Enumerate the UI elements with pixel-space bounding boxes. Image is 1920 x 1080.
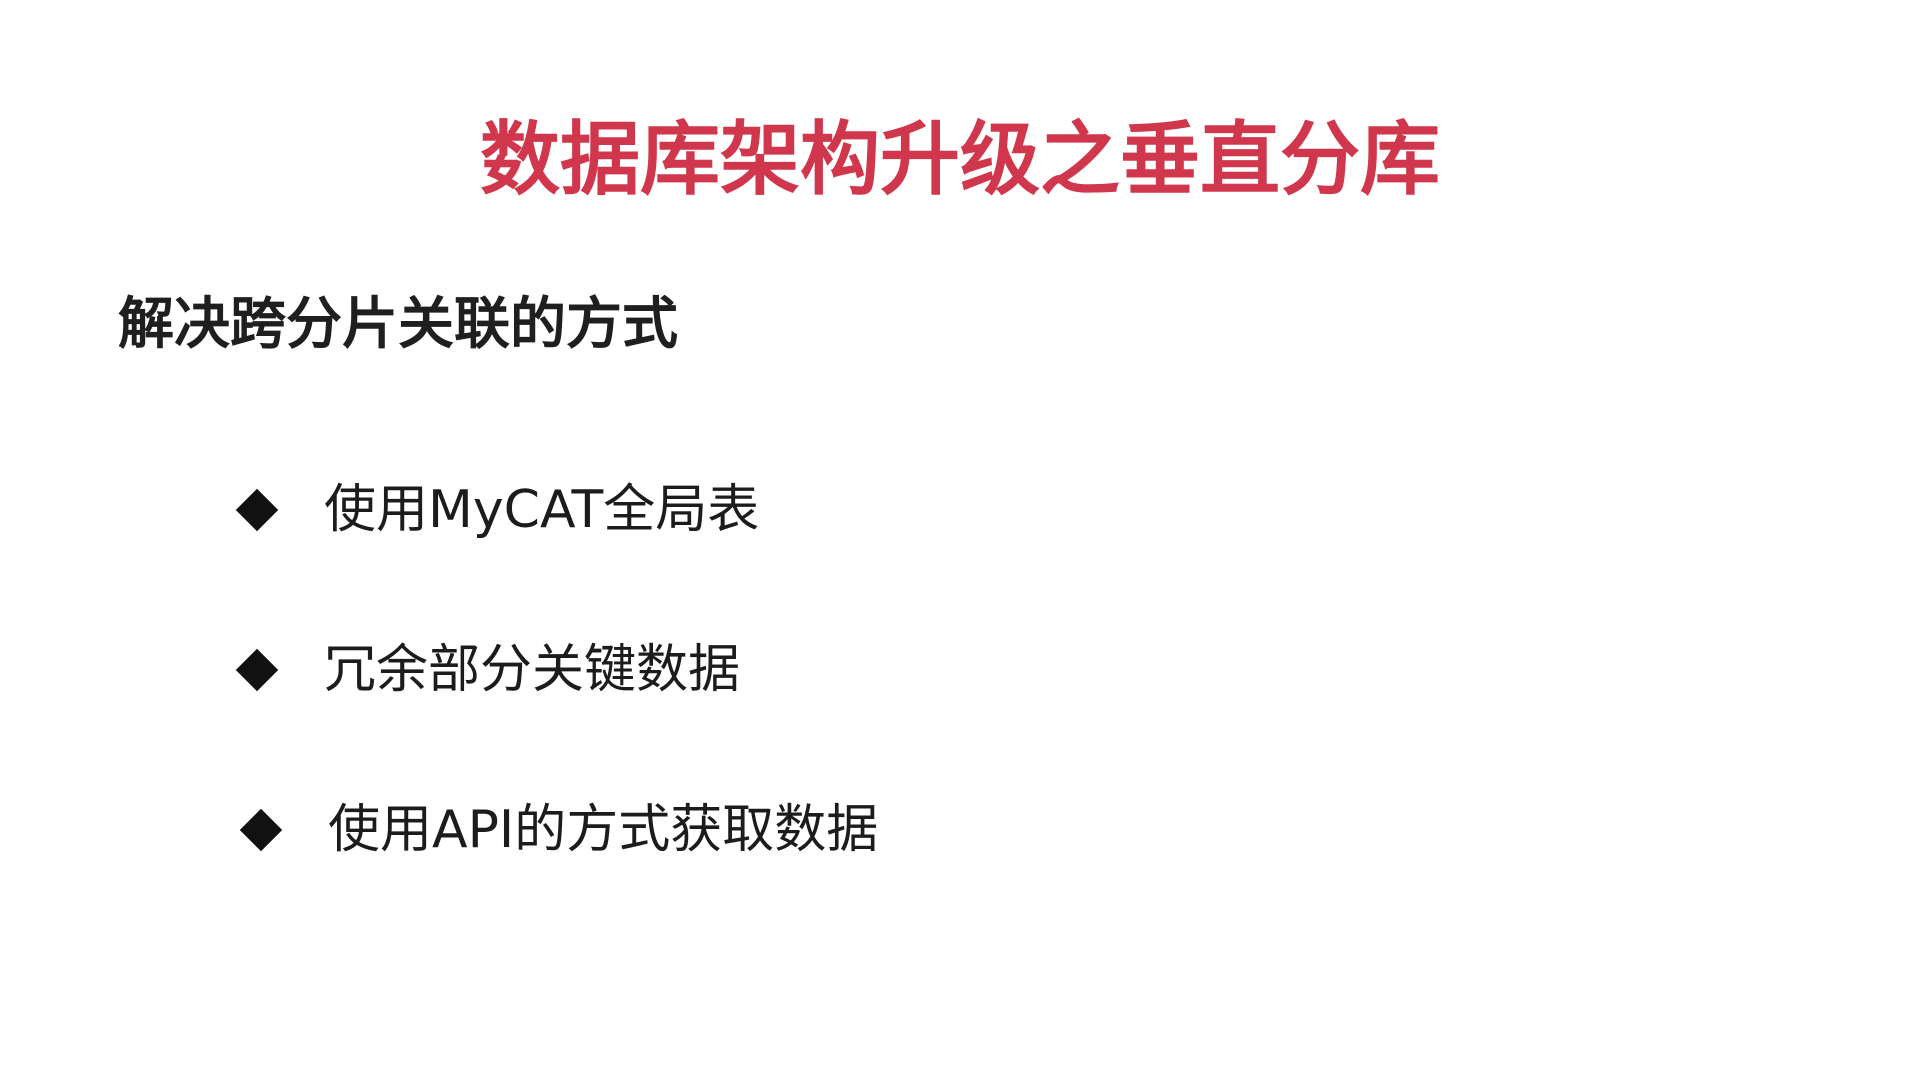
diamond-bullet-icon — [239, 808, 283, 852]
slide-title: 数据库架构升级之垂直分库 — [480, 113, 1440, 206]
slide: 数据库架构升级之垂直分库 解决跨分片关联的方式 使用MyCAT全局表 冗余部分关… — [0, 0, 1920, 1080]
bullet-text: 冗余部分关键数据 — [324, 640, 741, 700]
bullet-item-redundant-data: 冗余部分关键数据 — [234, 635, 878, 705]
diamond-bullet-icon — [235, 488, 279, 532]
bullet-item-api-fetch: 使用API的方式获取数据 — [238, 795, 878, 865]
bullet-list: 使用MyCAT全局表 冗余部分关键数据 使用API的方式获取数据 — [234, 475, 878, 955]
bullet-text: 使用API的方式获取数据 — [328, 800, 879, 860]
slide-subtitle: 解决跨分片关联的方式 — [118, 292, 678, 357]
diamond-bullet-icon — [235, 648, 279, 692]
bullet-item-global-table: 使用MyCAT全局表 — [234, 475, 878, 545]
bullet-text: 使用MyCAT全局表 — [324, 480, 760, 540]
